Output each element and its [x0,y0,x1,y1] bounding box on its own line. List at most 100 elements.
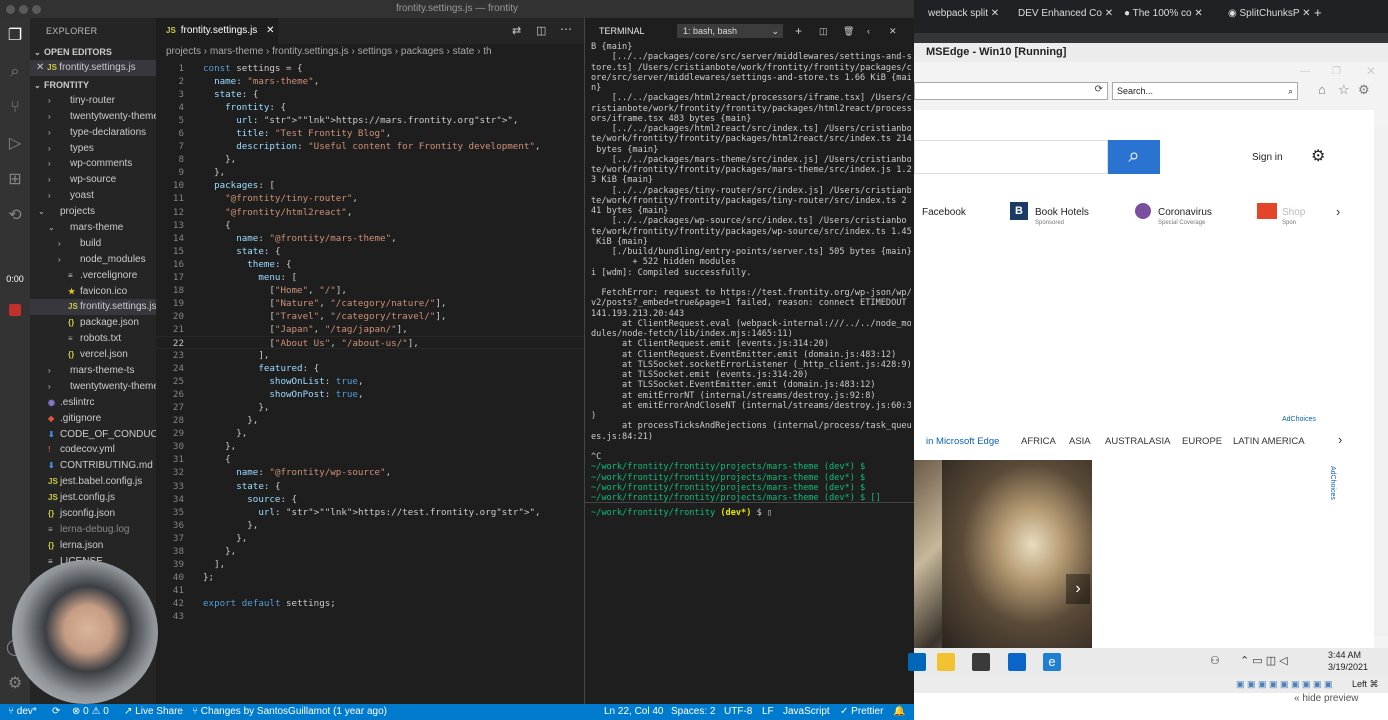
breadcrumb-item[interactable]: frontity.settings.js [272,46,349,57]
file-explorer-icon[interactable] [937,653,955,671]
remote-icon[interactable]: ⟲ [5,206,25,226]
close-icon[interactable]: ✕ [36,62,47,73]
code-line[interactable]: 38 }, [156,545,584,558]
breadcrumb-item[interactable]: packages [401,46,444,57]
mail-icon[interactable] [1008,653,1026,671]
explorer-icon[interactable]: ❐ [5,26,25,46]
branch-status[interactable]: ⑂ dev* [8,704,37,720]
live-share-button[interactable]: ↗ Live Share [124,704,183,720]
tree-item[interactable]: {} lerna.json [30,538,156,554]
tree-item[interactable]: {} package.json [30,315,156,331]
git-blame-status[interactable]: ⑂ Changes by SantosGuillamot (1 year ago… [192,704,387,720]
search-icon[interactable]: ⌕ [5,62,25,82]
chevron-left-icon[interactable]: ‹ [867,18,870,44]
tree-item[interactable]: ⬇ CONTRIBUTING.md [30,458,156,474]
code-line[interactable]: 18 ["Home", "/"], [156,284,584,297]
tree-item[interactable]: › twentytwenty-theme [30,379,156,395]
code-line[interactable]: 37 }, [156,532,584,545]
store-icon[interactable] [972,653,990,671]
tree-item[interactable]: JS jest.babel.config.js [30,474,156,490]
clock-time[interactable]: 3:44 AM [1328,650,1361,660]
code-line[interactable]: 33 state: { [156,480,584,493]
close-window-dot[interactable] [6,5,15,14]
indent-status[interactable]: Spaces: 2 [671,704,715,720]
code-line[interactable]: 34 source: { [156,493,584,506]
adchoices-vertical[interactable]: AdChoices [1329,466,1336,500]
code-line[interactable]: 20 ["Travel", "/category/travel/"], [156,310,584,323]
code-line[interactable]: 43 [156,610,584,623]
trash-icon[interactable]: 🗑 [843,18,854,44]
region-australasia[interactable]: AUSTRALASIA [1105,436,1170,447]
adchoices-link[interactable]: AdChoices [1282,416,1316,423]
code-line[interactable]: 14 name: "@frontity/mars-theme", [156,232,584,245]
code-line[interactable]: 42 export default settings; [156,597,584,610]
tree-item[interactable]: {} vercel.json [30,347,156,363]
carousel-next-icon[interactable]: › [1066,574,1090,604]
code-line[interactable]: 13 { [156,219,584,232]
breadcrumb-item[interactable]: mars-theme [210,46,263,57]
close-panel-icon[interactable]: ✕ [889,18,897,44]
tree-item[interactable]: ≡ lerna-debug.log [30,522,156,538]
tree-item[interactable]: › wp-source [30,172,156,188]
code-line[interactable]: 11 "@frontity/tiny-router", [156,192,584,205]
shortcut-book-hotels[interactable]: Book Hotels [1035,207,1089,218]
language-status[interactable]: JavaScript [783,704,830,720]
settings-gear-icon[interactable]: ⚙ [5,674,25,694]
region-europe[interactable]: EUROPE [1182,436,1222,447]
problems-status[interactable]: ⊗ 0 ⚠ 0 [72,704,109,720]
notifications-icon[interactable]: 🔔 [893,704,905,720]
tray-icons[interactable]: ⌃ ▭ ◫ ◁ [1240,654,1288,667]
record-icon[interactable] [9,304,21,316]
tree-item[interactable]: › twentytwenty-theme [30,109,156,125]
code-line[interactable]: 2 name: "mars-theme", [156,75,584,88]
home-icon[interactable]: ⌂ [1318,82,1326,97]
tree-item[interactable]: › wp-comments [30,156,156,172]
tree-item[interactable]: › mars-theme-ts [30,363,156,379]
project-root-header[interactable]: ⌄ FRONTITY [30,77,156,93]
breadcrumb-item[interactable]: th [483,46,491,57]
compare-icon[interactable]: ⇄ [512,24,521,37]
tree-item[interactable]: › yoast [30,188,156,204]
code-line[interactable]: 41 [156,584,584,597]
tree-item[interactable]: › type-declarations [30,125,156,141]
open-editor-item[interactable]: ✕ JS frontity.settings.js [30,60,156,76]
terminal-shell-select[interactable]: 1: bash, bash ⌄ [677,24,783,38]
code-line[interactable]: 8 }, [156,153,584,166]
code-editor[interactable]: 1 const settings = {2 name: "mars-theme",… [156,62,584,622]
breadcrumb-item[interactable]: state [453,46,475,57]
code-line[interactable]: 29 }, [156,427,584,440]
tree-item[interactable]: JS frontity.settings.js [30,299,156,316]
maximize-window-dot[interactable] [32,5,41,14]
code-line[interactable]: 24 featured: { [156,362,584,375]
vm-device-icons[interactable]: ▣ ▣ ▣ ▣ ▣ ▣ ▣ ▣ ▣ [1236,679,1333,690]
search-box[interactable]: Search... ⌕ [1112,82,1298,100]
code-line[interactable]: 19 ["Nature", "/category/nature/"], [156,297,584,310]
source-control-icon[interactable]: ⑂ [5,98,25,118]
code-line[interactable]: 26 showOnPost: true, [156,388,584,401]
code-line[interactable]: 15 state: { [156,245,584,258]
code-line[interactable]: 27 }, [156,401,584,414]
tree-item[interactable]: ≡ .vercelignore [30,268,156,284]
browser-tab-2[interactable]: DEV Enhanced Co ✕ [1018,8,1113,19]
more-actions-icon[interactable]: ⋯ [560,22,572,36]
code-line[interactable]: 40}; [156,571,584,584]
tree-item[interactable]: {} jsconfig.json [30,506,156,522]
tree-item[interactable]: › build [30,236,156,252]
cursor-position[interactable]: Ln 22, Col 40 [604,704,664,720]
tree-item[interactable]: ! codecov.yml [30,442,156,458]
code-line[interactable]: 25 showOnList: true, [156,375,584,388]
code-line[interactable]: 7 description: "Useful content for Front… [156,140,584,153]
region-asia[interactable]: ASIA [1069,436,1091,447]
split-editor-icon[interactable]: ◫ [536,24,546,37]
sync-icon[interactable]: ⟳ [52,704,60,720]
open-editors-header[interactable]: ⌄ OPEN EDITORS [30,44,156,60]
shortcut-shop[interactable]: Shop [1282,207,1305,218]
tree-item[interactable]: ◉ .eslintrc [30,395,156,411]
page-scrollbar[interactable] [1374,126,1388,636]
chevron-right-icon[interactable]: › [1338,432,1342,447]
terminal-output[interactable]: B {main} [../../packages/core/src/server… [591,42,911,503]
tree-item[interactable]: ⬇ CODE_OF_CONDUC... [30,427,156,443]
region-latin-america[interactable]: LATIN AMERICA [1233,436,1305,447]
code-line[interactable]: 31 { [156,453,584,466]
code-line[interactable]: 35 url: "str">""lnk">https://test.fronti… [156,506,584,519]
